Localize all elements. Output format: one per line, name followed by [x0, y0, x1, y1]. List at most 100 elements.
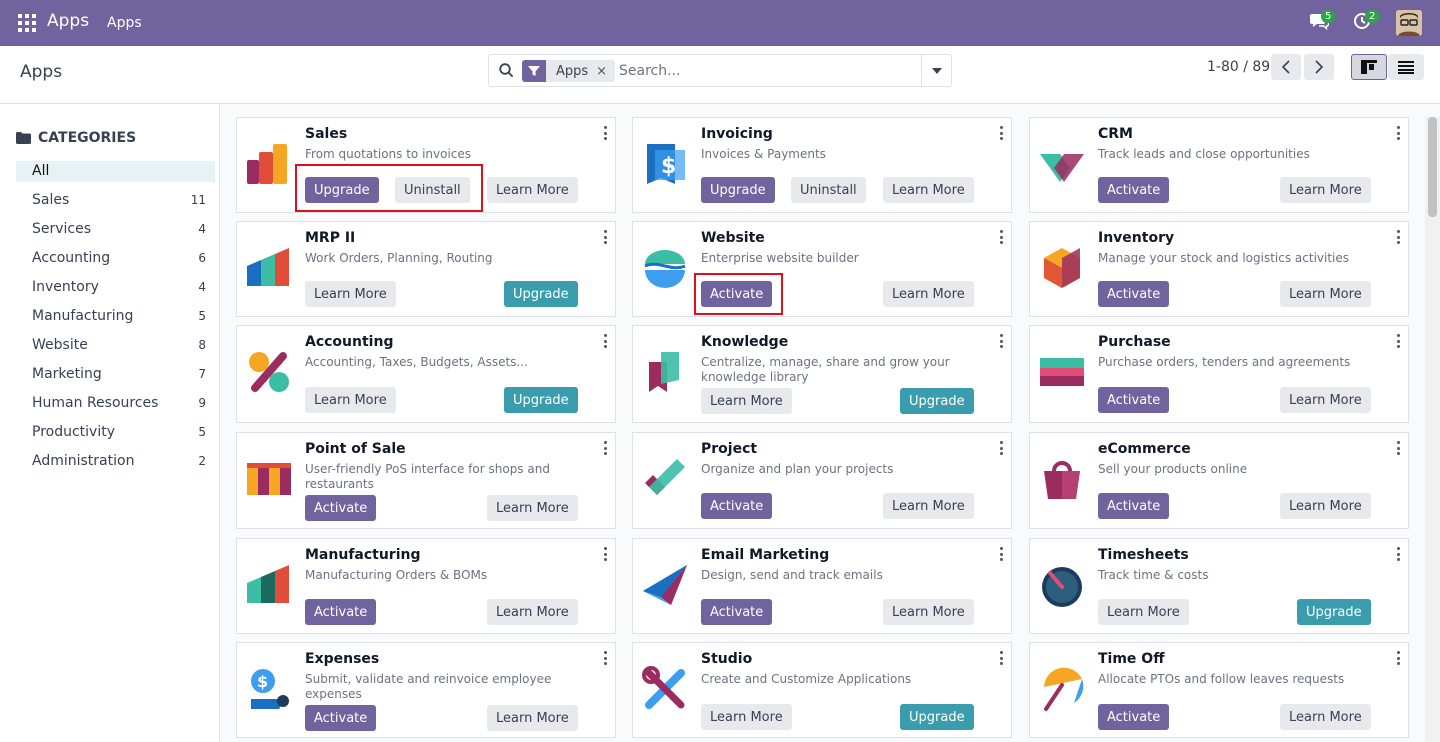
learn-more-button[interactable]: Learn More [487, 599, 578, 625]
upgrade-button[interactable]: Upgrade [900, 704, 974, 730]
learn-more-button[interactable]: Learn More [487, 177, 578, 203]
activate-button[interactable]: Activate [1098, 281, 1170, 307]
learn-more-button[interactable]: Learn More [487, 705, 578, 731]
app-card-inventory[interactable]: Inventory Manage your stock and logistic… [1029, 221, 1409, 317]
app-card-menu-icon[interactable] [1396, 547, 1400, 561]
category-sales[interactable]: Sales 11 [16, 190, 215, 211]
app-card-menu-icon[interactable] [999, 651, 1003, 665]
learn-more-button[interactable]: Learn More [305, 387, 396, 413]
activate-button[interactable]: Activate [701, 493, 773, 519]
app-card-manufacturing[interactable]: Manufacturing Manufacturing Orders & BOM… [236, 538, 616, 634]
messages-button[interactable]: 5 [1309, 10, 1336, 30]
app-grid-icon[interactable] [18, 14, 36, 32]
app-card-crm[interactable]: CRM Track leads and close opportunities … [1029, 117, 1409, 213]
learn-more-button[interactable]: Learn More [1280, 704, 1371, 730]
app-card-project[interactable]: Project Organize and plan your projects … [632, 432, 1012, 529]
app-card-menu-icon[interactable] [1396, 651, 1400, 665]
upgrade-button[interactable]: Upgrade [305, 177, 379, 203]
main-scrollbar[interactable] [1425, 117, 1440, 742]
uninstall-button[interactable]: Uninstall [395, 177, 470, 203]
upgrade-button[interactable]: Upgrade [504, 281, 578, 307]
app-card-menu-icon[interactable] [603, 651, 607, 665]
app-card-purchase[interactable]: Purchase Purchase orders, tenders and ag… [1029, 325, 1409, 423]
scrollbar-thumb[interactable] [1428, 117, 1437, 217]
activate-button[interactable]: Activate [305, 495, 377, 521]
activate-button[interactable]: Activate [701, 281, 773, 307]
learn-more-button[interactable]: Learn More [1280, 387, 1371, 413]
app-card-studio[interactable]: Studio Create and Customize Applications… [632, 642, 1012, 738]
uninstall-button[interactable]: Uninstall [791, 177, 866, 203]
category-all[interactable]: All [16, 161, 215, 182]
learn-more-button[interactable]: Learn More [305, 281, 396, 307]
app-card-menu-icon[interactable] [603, 126, 607, 140]
learn-more-button[interactable]: Learn More [487, 495, 578, 521]
pager-next-button[interactable] [1304, 54, 1334, 80]
menu-apps[interactable]: Apps [107, 15, 142, 31]
category-website[interactable]: Website 8 [16, 335, 215, 356]
category-administration[interactable]: Administration 2 [16, 451, 215, 472]
app-card-knowledge[interactable]: Knowledge Centralize, manage, share and … [632, 325, 1012, 423]
facet-remove-icon[interactable]: × [596, 64, 615, 79]
app-card-menu-icon[interactable] [1396, 126, 1400, 140]
activate-button[interactable]: Activate [305, 599, 377, 625]
category-productivity[interactable]: Productivity 5 [16, 422, 215, 443]
search-input[interactable] [619, 61, 909, 81]
user-avatar[interactable] [1396, 10, 1422, 36]
app-card-accounting[interactable]: Accounting Accounting, Taxes, Budgets, A… [236, 325, 616, 423]
app-card-mrp-ii[interactable]: MRP II Work Orders, Planning, Routing Le… [236, 221, 616, 317]
list-view-button[interactable] [1388, 54, 1424, 80]
pager-previous-button[interactable] [1271, 54, 1301, 80]
app-card-menu-icon[interactable] [999, 126, 1003, 140]
app-card-menu-icon[interactable] [1396, 334, 1400, 348]
app-card-menu-icon[interactable] [999, 230, 1003, 244]
learn-more-button[interactable]: Learn More [883, 281, 974, 307]
activate-button[interactable]: Activate [1098, 177, 1170, 203]
search-icon[interactable] [499, 63, 514, 78]
category-accounting[interactable]: Accounting 6 [16, 248, 215, 269]
app-card-menu-icon[interactable] [999, 441, 1003, 455]
activate-button[interactable]: Activate [1098, 387, 1170, 413]
activate-button[interactable]: Activate [1098, 493, 1170, 519]
app-card-ecommerce[interactable]: eCommerce Sell your products online Acti… [1029, 432, 1409, 529]
activities-button[interactable]: 2 [1353, 10, 1380, 30]
app-card-menu-icon[interactable] [999, 547, 1003, 561]
search-options-toggle[interactable] [921, 55, 951, 86]
learn-more-button[interactable]: Learn More [1098, 599, 1189, 625]
category-human-resources[interactable]: Human Resources 9 [16, 393, 215, 414]
kanban-view-button[interactable] [1351, 54, 1387, 80]
learn-more-button[interactable]: Learn More [701, 388, 792, 414]
app-card-menu-icon[interactable] [603, 334, 607, 348]
app-card-point-of-sale[interactable]: Point of Sale User-friendly PoS interfac… [236, 432, 616, 529]
category-services[interactable]: Services 4 [16, 219, 215, 240]
category-marketing[interactable]: Marketing 7 [16, 364, 215, 385]
pager-value[interactable]: 1-80 / 89 [1207, 59, 1270, 75]
app-card-email-marketing[interactable]: Email Marketing Design, send and track e… [632, 538, 1012, 634]
learn-more-button[interactable]: Learn More [701, 704, 792, 730]
learn-more-button[interactable]: Learn More [883, 177, 974, 203]
activate-button[interactable]: Activate [701, 599, 773, 625]
upgrade-button[interactable]: Upgrade [701, 177, 775, 203]
app-card-sales[interactable]: Sales From quotations to invoices Upgrad… [236, 117, 616, 213]
app-card-time-off[interactable]: Time Off Allocate PTOs and follow leaves… [1029, 642, 1409, 738]
app-card-menu-icon[interactable] [1396, 441, 1400, 455]
app-card-invoicing[interactable]: $ Invoicing Invoices & Payments Upgrade … [632, 117, 1012, 213]
app-card-menu-icon[interactable] [1396, 230, 1400, 244]
category-manufacturing[interactable]: Manufacturing 5 [16, 306, 215, 327]
learn-more-button[interactable]: Learn More [883, 493, 974, 519]
app-card-menu-icon[interactable] [603, 547, 607, 561]
app-card-menu-icon[interactable] [603, 441, 607, 455]
learn-more-button[interactable]: Learn More [1280, 493, 1371, 519]
app-card-expenses[interactable]: $ Expenses Submit, validate and reinvoic… [236, 642, 616, 738]
learn-more-button[interactable]: Learn More [883, 599, 974, 625]
activate-button[interactable]: Activate [1098, 704, 1170, 730]
upgrade-button[interactable]: Upgrade [900, 388, 974, 414]
app-card-menu-icon[interactable] [999, 334, 1003, 348]
learn-more-button[interactable]: Learn More [1280, 281, 1371, 307]
app-card-menu-icon[interactable] [603, 230, 607, 244]
upgrade-button[interactable]: Upgrade [1297, 599, 1371, 625]
learn-more-button[interactable]: Learn More [1280, 177, 1371, 203]
category-inventory[interactable]: Inventory 4 [16, 277, 215, 298]
brand-title[interactable]: Apps [47, 11, 89, 31]
app-card-timesheets[interactable]: Timesheets Track time & costs Learn More… [1029, 538, 1409, 634]
upgrade-button[interactable]: Upgrade [504, 387, 578, 413]
